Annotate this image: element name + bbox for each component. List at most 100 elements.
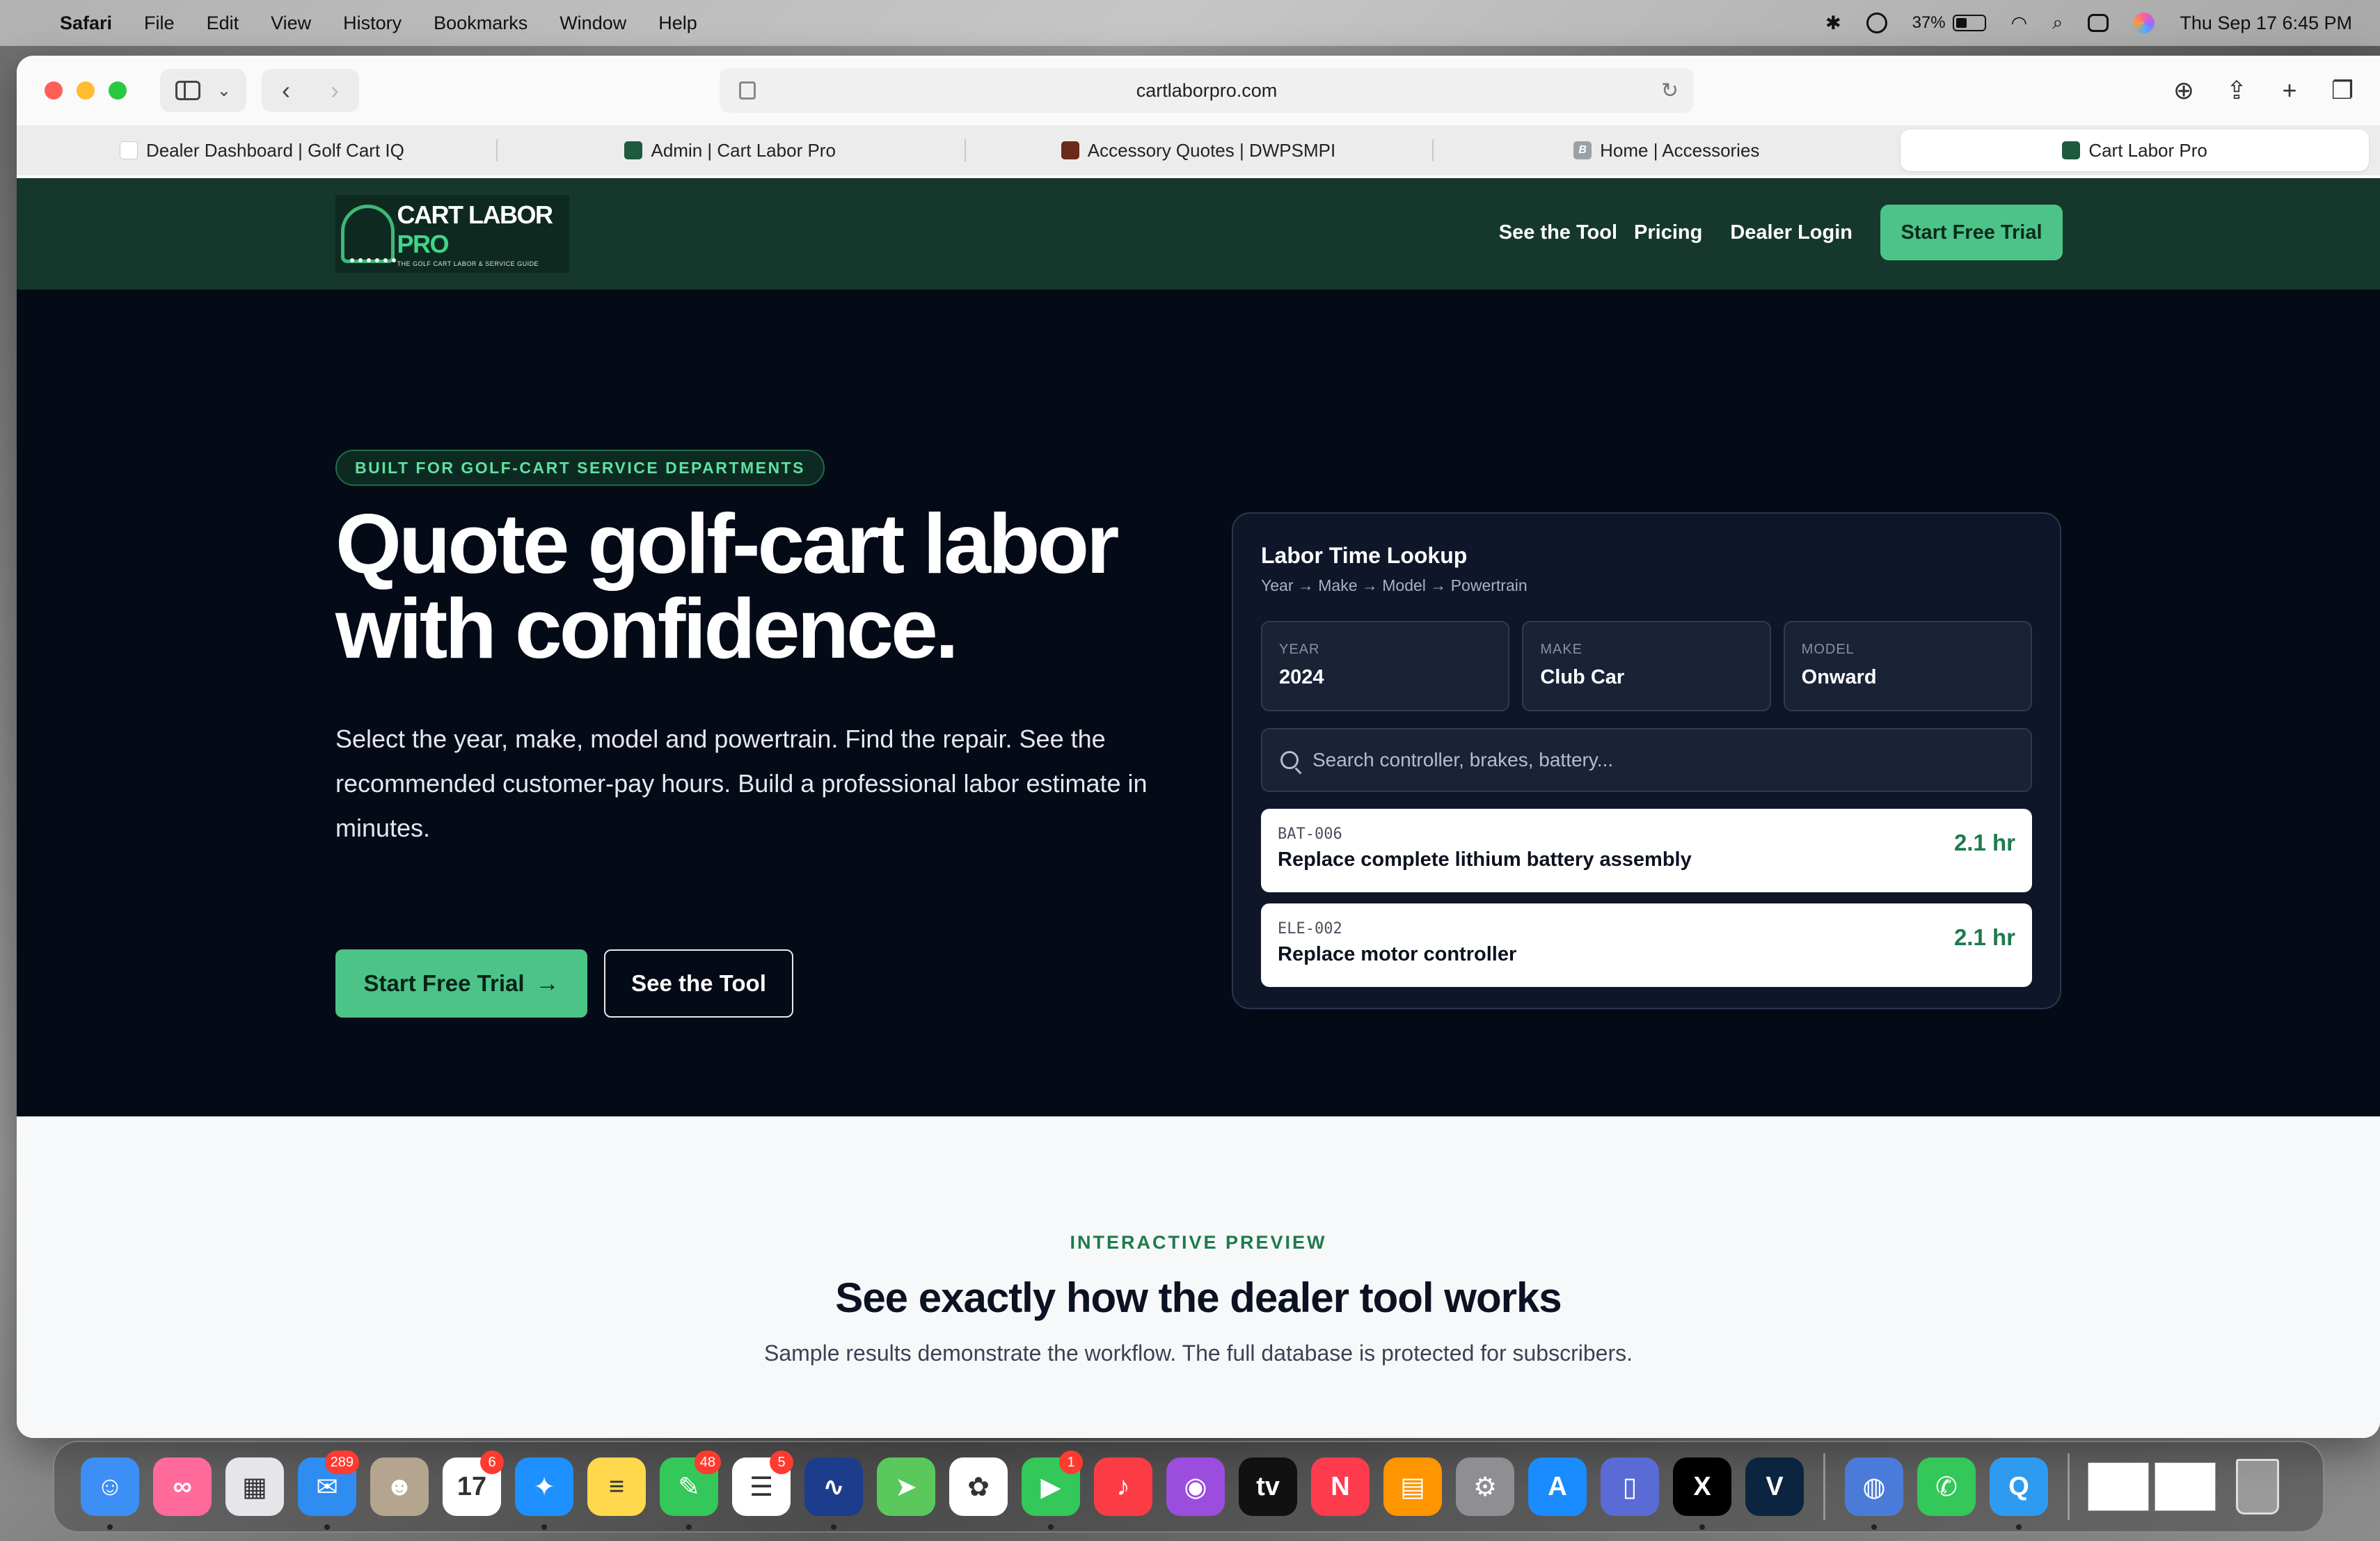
launchpad-icon[interactable]: ▦ [219,1451,291,1523]
control-center-icon[interactable] [2088,14,2109,32]
model-select[interactable]: MODEL Onward [1783,621,2032,711]
app-menu[interactable]: Safari [60,13,112,34]
chevron-down-icon[interactable]: ⌄ [217,81,231,101]
site-nav-links: See the Tool Pricing Dealer Login Start … [1482,205,2063,260]
calendar-icon[interactable]: 17 6 [436,1451,508,1523]
close-window-button[interactable] [45,81,63,100]
result-row[interactable]: BAT-006 Replace complete lithium battery… [1261,809,2032,892]
tab-overview-icon[interactable]: ❐ [2326,68,2359,113]
safari-icon[interactable]: ✦ [508,1451,580,1530]
appletv-icon[interactable]: tv [1232,1451,1304,1523]
x-icon[interactable]: X [1666,1451,1738,1530]
notification-badge: 5 [770,1451,793,1474]
trash-icon[interactable] [2221,1451,2294,1523]
field-label: YEAR [1279,642,1320,657]
infinity-app-icon[interactable]: ∞ [146,1451,219,1523]
menu-bookmarks[interactable]: Bookmarks [434,13,527,34]
iphone-mirroring-icon[interactable]: ▯ [1594,1451,1666,1523]
dock-glyph: Q [1990,1457,2048,1516]
maps-icon[interactable]: ➤ [870,1451,942,1523]
photos-icon[interactable]: ✿ [942,1451,1015,1523]
make-select[interactable]: MAKE Club Car [1522,621,1771,711]
downloads-icon[interactable]: ⊕ [2167,68,2200,113]
tab-admin-cart-labor-pro[interactable]: Admin | Cart Labor Pro [495,129,965,171]
reminders-icon[interactable]: ☰ 5 [725,1451,798,1523]
finder-icon[interactable]: ☺ [74,1451,146,1530]
nav-start-free-trial-button[interactable]: Start Free Trial [1880,205,2063,260]
tab-bar: Dealer Dashboard | Golf Cart IQ Admin | … [17,125,2380,175]
page-settings-icon[interactable] [739,81,756,100]
wifi-icon[interactable]: ◠ [2011,13,2028,34]
tab-label: Accessory Quotes | DWPSMPI [1087,139,1336,161]
preview-description: Sample results demonstrate the workflow.… [763,1341,1633,1366]
spotlight-search-icon[interactable]: ⌕ [2052,12,2063,34]
result-row[interactable]: ELE-002 Replace motor controller 2.1 hr [1261,903,2032,987]
messages-icon[interactable]: ✎ 48 [653,1451,725,1530]
menu-window[interactable]: Window [560,13,626,34]
search-icon [1280,751,1299,769]
robot-app-icon[interactable]: ◍ [1838,1451,1910,1530]
clock[interactable]: Thu Sep 17 6:45 PM [2180,13,2352,34]
hero-section: BUILT FOR GOLF-CART SERVICE DEPARTMENTS … [17,290,2380,1116]
address-bar[interactable]: cartlaborpro.com ↻ [720,68,1694,113]
music-icon[interactable]: ♪ [1087,1451,1159,1523]
see-the-tool-button[interactable]: See the Tool [604,949,793,1018]
reload-icon[interactable]: ↻ [1661,79,1679,103]
freeform-icon[interactable]: ∿ [798,1451,870,1530]
nav-dealer-login[interactable]: Dealer Login [1730,221,1853,244]
system-settings-icon[interactable]: ⚙ [1449,1451,1521,1523]
menu-history[interactable]: History [343,13,402,34]
new-tab-icon[interactable]: + [2273,68,2306,113]
menu-file[interactable]: File [144,13,175,34]
tab-accessory-quotes[interactable]: Accessory Quotes | DWPSMPI [964,129,1433,171]
nav-see-the-tool[interactable]: See the Tool [1499,221,1617,244]
books-icon[interactable]: ▤ [1377,1451,1449,1523]
notes-icon[interactable]: ≡ [580,1451,653,1523]
hero-cta-row: Start Free Trial → See the Tool [335,949,793,1018]
bluetooth-icon[interactable]: ✱ [1825,13,1841,34]
app-store-icon[interactable]: A [1521,1451,1594,1523]
notification-badge: 48 [694,1451,721,1474]
window-thumbnail-icon [2088,1462,2149,1511]
running-indicator [686,1524,692,1530]
mail-icon[interactable]: ✉ 289 [291,1451,363,1530]
siri-icon[interactable] [2134,13,2155,33]
dock-glyph: ▯ [1601,1457,1659,1516]
year-select[interactable]: YEAR 2024 [1261,621,1510,711]
tab-dealer-dashboard[interactable]: Dealer Dashboard | Golf Cart IQ [28,129,496,171]
airdrop-icon[interactable] [1866,13,1887,33]
phone-icon[interactable]: ✆ [1910,1451,1983,1523]
repair-search-input[interactable]: Search controller, brakes, battery... [1261,728,2032,792]
lookup-breadcrumb: Year → Make → Model → Powertrain [1261,576,1528,594]
share-icon[interactable]: ⇪ [2220,68,2253,113]
menu-help[interactable]: Help [658,13,697,34]
nav-pricing[interactable]: Pricing [1634,221,1702,244]
minimize-window-button[interactable] [77,81,95,100]
result-code: BAT-006 [1278,825,1342,843]
facetime-icon[interactable]: ▶ 1 [1015,1451,1087,1530]
battery-status[interactable]: 37% [1912,13,1986,33]
url-text: cartlaborpro.com [1136,79,1278,101]
site-logo[interactable]: CART LABOR PRO THE GOLF CART LABOR & SER… [335,195,569,273]
minimized-windows[interactable] [2082,1451,2221,1523]
zoom-window-button[interactable] [109,81,127,100]
q-app-icon[interactable]: Q [1983,1451,2055,1530]
forward-button[interactable]: › [331,76,339,105]
back-button[interactable]: ‹ [282,76,290,105]
tab-favicon-icon [624,141,643,159]
contacts-icon[interactable]: ☻ [363,1451,436,1523]
hero-headline: Quote golf-cart labor with confidence. [335,496,1119,676]
vmx-icon[interactable]: V [1738,1451,1811,1523]
menu-edit[interactable]: Edit [207,13,239,34]
news-icon[interactable]: N [1304,1451,1377,1523]
menu-view[interactable]: View [271,13,311,34]
dock-glyph: ☺ [81,1457,139,1516]
dock-glyph: V [1745,1457,1804,1516]
tab-cart-labor-pro[interactable]: Cart Labor Pro [1901,129,2369,171]
tab-home-accessories[interactable]: B Home | Accessories [1432,129,1901,171]
start-free-trial-button[interactable]: Start Free Trial → [335,949,587,1018]
dock-glyph: tv [1239,1457,1297,1516]
dock-glyph: ✦ [515,1457,573,1516]
sidebar-toggle[interactable]: ⌄ [160,69,246,112]
podcasts-icon[interactable]: ◉ [1159,1451,1232,1523]
